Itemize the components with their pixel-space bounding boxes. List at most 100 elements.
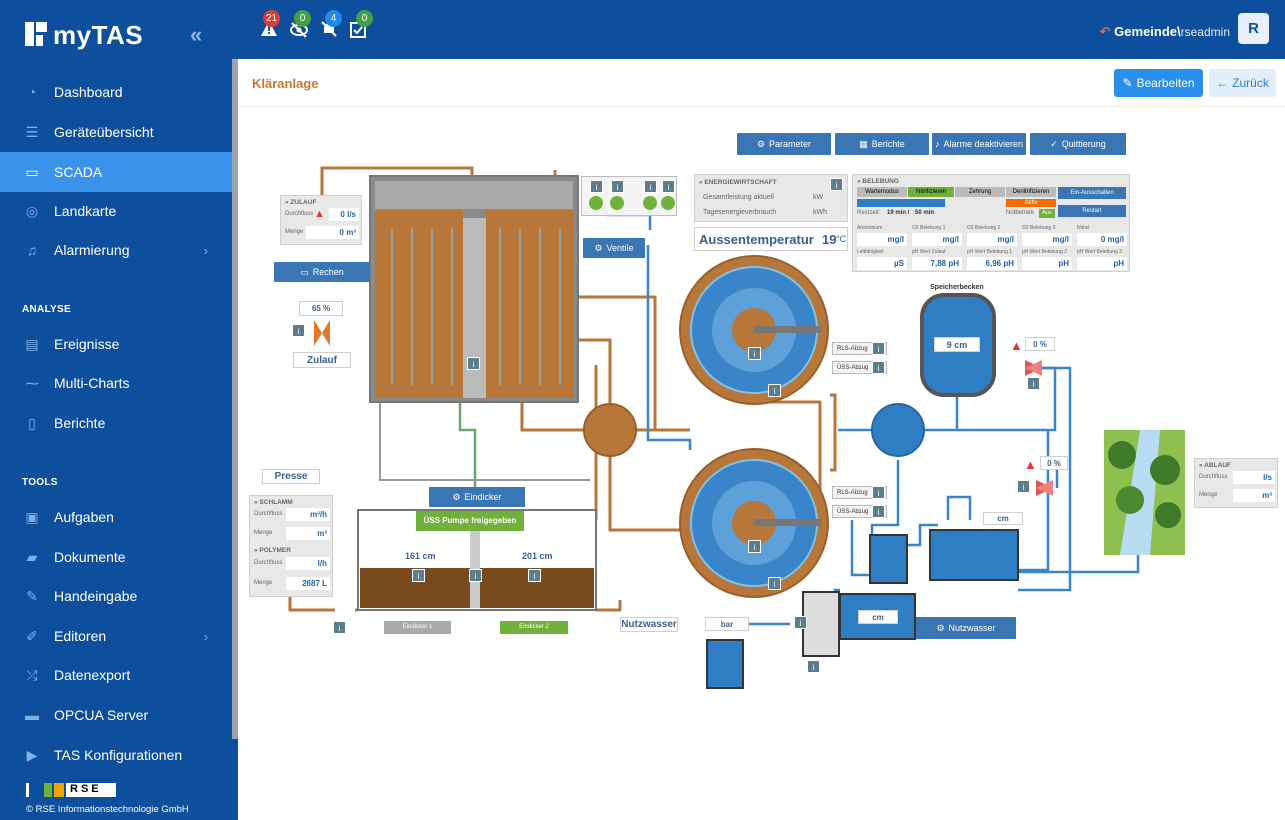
rls-abzug-2-label: RLS-Abzug <box>837 490 868 496</box>
eindicker-1-level: 161 cm <box>405 551 436 561</box>
info-icon[interactable]: i <box>590 180 603 193</box>
tab-denitrifizieren: Denitrifizieren <box>1006 187 1056 197</box>
info-icon[interactable]: i <box>748 540 761 553</box>
polymer-menge-value: 2687 L <box>286 577 330 590</box>
o2-belebung3-unit: mg/l <box>1022 233 1072 246</box>
rechen-button[interactable]: ▭ Rechen <box>274 262 370 282</box>
clarifier-1 <box>679 255 829 405</box>
valve-top <box>1025 360 1042 376</box>
info-icon[interactable]: i <box>830 178 843 191</box>
info-icon[interactable]: i <box>333 621 346 634</box>
ablauf-menge-unit: m³ <box>1233 489 1275 502</box>
rechen-label: Rechen <box>312 267 344 277</box>
alarme-label: Alarme deaktivieren <box>943 139 1024 149</box>
schlamm-panel: » SCHLAMM Durchfluss m³/h Menge m³ » POL… <box>249 495 333 597</box>
aussentemp-value: 19 <box>822 232 837 247</box>
gesamtleistung-unit: kW <box>813 194 824 201</box>
check-icon: ✓ <box>1050 138 1058 149</box>
polymer-durchfluss-label: Durchfluss <box>254 560 283 566</box>
energie-title: » ENERGIEWIRTSCHAFT <box>699 179 777 186</box>
ablauf-durchfluss-label: Durchfluss <box>1199 474 1228 480</box>
info-icon[interactable]: i <box>292 324 305 337</box>
alarme-deaktivieren-button[interactable]: ♪ Alarme deaktivieren <box>932 133 1026 155</box>
filter-cm-unit: cm <box>997 514 1009 523</box>
quittierung-label: Quittierung <box>1061 139 1106 149</box>
pump-group-top: i i i i <box>581 176 677 216</box>
info-icon[interactable]: i <box>872 486 885 499</box>
restzeit-label: Restzeit: <box>857 210 881 216</box>
info-icon[interactable]: i <box>1027 377 1040 390</box>
nutzwasser-button[interactable]: ⚙ Nutzwasser <box>916 617 1016 639</box>
info-icon[interactable]: i <box>748 347 761 360</box>
tab-zehrung: Zehrung <box>955 187 1005 197</box>
berichte-label: Berichte <box>871 139 905 149</box>
warning-icon: ▲ <box>314 208 325 220</box>
schlamm-durchfluss-unit: m³/h <box>286 508 330 521</box>
gesamtleistung-label: Gesamtleistung aktuell <box>703 194 774 201</box>
schlamm-menge-label: Menge <box>254 530 273 536</box>
info-icon[interactable]: i <box>469 569 482 582</box>
info-icon[interactable]: i <box>644 180 657 193</box>
leitfaehigkeit-label: Leitfähigkeit <box>857 249 884 255</box>
uss-abzug-2-label: ÜSS-Abzug <box>837 509 869 515</box>
ablauf-menge-label: Menge <box>1199 492 1218 498</box>
quittierung-button[interactable]: ✓ Quittierung <box>1030 133 1126 155</box>
valve-zulauf <box>314 320 330 346</box>
warning-icon: ▲ <box>1010 338 1023 353</box>
uss-abzug-1-label: ÜSS-Abzug <box>837 365 869 371</box>
info-icon[interactable]: i <box>611 180 624 193</box>
brown-distributor <box>583 403 637 457</box>
nitrat-number: 0 <box>1100 235 1106 244</box>
info-icon[interactable]: i <box>528 569 541 582</box>
tab-wartemodus: Wartemodus <box>857 187 907 197</box>
eindicker-2-level: 201 cm <box>522 551 553 561</box>
ph-zulauf-number: 7,88 <box>930 259 947 268</box>
zulauf-label: Zulauf <box>293 352 351 368</box>
ventile-button[interactable]: ⚙ Ventile <box>583 238 645 258</box>
schlamm-menge-unit: m³ <box>286 527 330 540</box>
info-icon[interactable]: i <box>872 342 885 355</box>
ph-belebung1-number: 6,96 <box>985 259 1002 268</box>
info-icon[interactable]: i <box>872 361 885 374</box>
o2-belebung3-label: O2 Belebung 3 <box>1022 225 1056 231</box>
aussentemp-label: Aussentemperatur <box>699 232 814 247</box>
filter-tank <box>929 529 1019 581</box>
info-icon[interactable]: i <box>662 180 675 193</box>
warning-icon: ▲ <box>1024 457 1037 472</box>
pump-tank-2 <box>706 639 744 689</box>
berichte-button[interactable]: ▦ Berichte <box>835 133 929 155</box>
ein-ausschalten-button[interactable]: Ein-Ausschalten <box>1058 187 1126 199</box>
parameter-button[interactable]: ⚙ Parameter <box>737 133 831 155</box>
eindicker-button[interactable]: ⚙ Eindicker <box>429 487 525 507</box>
monitor-icon: ▭ <box>300 266 309 277</box>
ph-belebung1-unit: pH <box>1003 259 1014 268</box>
zulauf-percent: 65 % <box>299 301 343 316</box>
info-icon[interactable]: i <box>768 384 781 397</box>
eindicker-2-label: Eindicker 2 <box>500 621 568 634</box>
zulauf-panel: » ZULAUF Durchfluss ▲ 0 l/s Menge 0 m³ <box>280 195 362 245</box>
restart-button[interactable]: Restart <box>1058 205 1126 217</box>
table-icon: ▦ <box>859 138 868 149</box>
ph-zulauf-value: 7,88 pH <box>912 257 962 270</box>
pump-icon <box>661 196 675 210</box>
uss-pumpe-status: ÜSS Pumpe freigegeben <box>416 511 524 531</box>
ein-ausschalten-label: Ein-Ausschalten <box>1070 190 1114 196</box>
ammonium-unit: mg/l <box>857 233 907 246</box>
info-icon[interactable]: i <box>807 660 820 673</box>
eindicker-1-label: Eindicker 1 <box>384 621 451 634</box>
info-icon[interactable]: i <box>1017 480 1030 493</box>
info-icon[interactable]: i <box>412 569 425 582</box>
nutzwasser-button-label: Nutzwasser <box>948 623 996 633</box>
leitfaehigkeit-unit: µS <box>857 257 907 270</box>
nitrat-label: Nitrat <box>1077 225 1089 231</box>
nutzwasser-tank-level: cm <box>858 610 898 624</box>
info-icon[interactable]: i <box>872 505 885 518</box>
presse-label: Presse <box>262 469 320 484</box>
info-icon[interactable]: i <box>794 616 807 629</box>
ph-belebung3-label: pH Wert Belebung 3 <box>1077 249 1122 255</box>
outflow-landscape <box>1104 430 1185 555</box>
zulauf-title: » ZULAUF <box>285 199 317 206</box>
info-icon[interactable]: i <box>768 577 781 590</box>
o2-belebung2-unit: mg/l <box>967 233 1017 246</box>
info-icon[interactable]: i <box>467 357 480 370</box>
